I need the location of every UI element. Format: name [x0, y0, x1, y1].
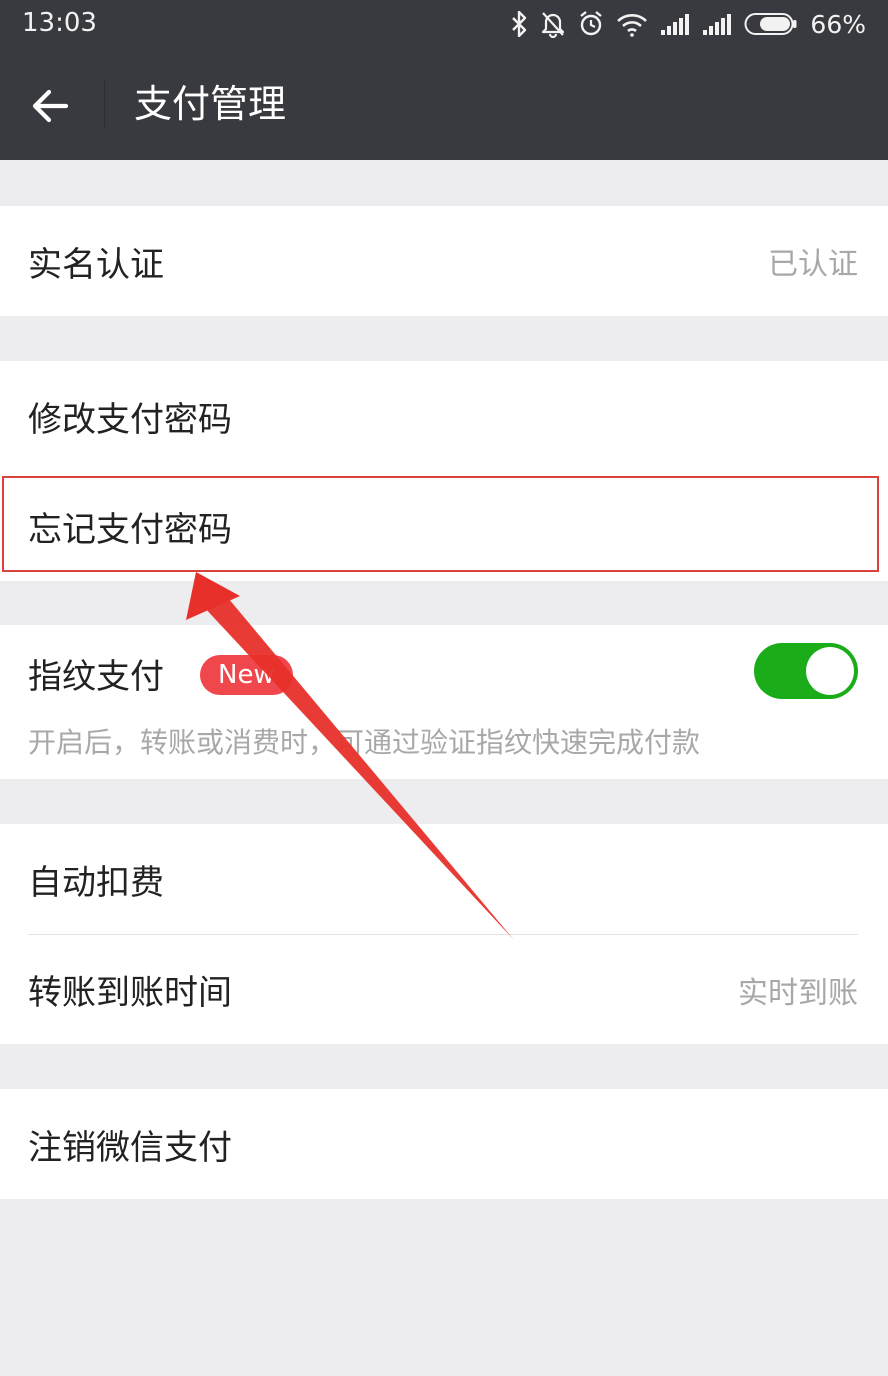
toggle-knob	[806, 647, 854, 695]
back-arrow-icon	[32, 89, 69, 123]
fingerprint-description: 开启后，转账或消费时，可通过验证指纹快速完成付款	[28, 726, 701, 759]
arrival-time-value: 实时到账	[738, 975, 858, 1011]
wifi-icon	[617, 14, 648, 37]
real-name-group: 实名认证 已认证	[0, 206, 888, 316]
navigation-bar: 支付管理	[0, 48, 888, 160]
fingerprint-row: 指纹支付 New 开启后，转账或消费时，可通过验证指纹快速完成付款	[0, 625, 888, 779]
signal-icon	[661, 14, 690, 35]
change-password-row[interactable]: 修改支付密码	[0, 361, 888, 471]
cancel-group: 注销微信支付	[0, 1089, 888, 1199]
real-name-status: 已认证	[768, 247, 858, 282]
new-badge: New	[200, 655, 293, 695]
nav-divider	[104, 80, 105, 128]
fingerprint-label: 指纹支付	[28, 657, 164, 697]
auto-deduct-label: 自动扣费	[28, 862, 164, 903]
password-group: 修改支付密码 忘记支付密码	[0, 361, 888, 581]
bluetooth-icon	[512, 11, 527, 37]
arrival-time-row[interactable]: 转账到账时间 实时到账	[0, 935, 888, 1044]
battery-percent: 66%	[810, 9, 866, 39]
signal-icon	[703, 14, 732, 35]
fingerprint-toggle[interactable]	[754, 643, 858, 699]
change-password-label: 修改支付密码	[28, 399, 232, 440]
forgot-password-label: 忘记支付密码	[28, 509, 232, 550]
back-button[interactable]	[18, 76, 82, 136]
status-bar: 13:03 66%	[0, 0, 888, 48]
status-icons: 66%	[510, 6, 866, 42]
forgot-password-row[interactable]: 忘记支付密码	[0, 471, 888, 581]
battery-icon	[744, 13, 797, 35]
page-title: 支付管理	[134, 82, 287, 126]
cancel-wechat-pay-label: 注销微信支付	[28, 1127, 232, 1168]
mute-icon	[542, 12, 565, 38]
cancel-wechat-pay-row[interactable]: 注销微信支付	[0, 1089, 888, 1199]
real-name-label: 实名认证	[28, 244, 164, 285]
transfer-group: 自动扣费 转账到账时间 实时到账	[0, 824, 888, 1044]
arrival-time-label: 转账到账时间	[28, 973, 232, 1013]
auto-deduct-row[interactable]: 自动扣费	[0, 824, 888, 934]
fingerprint-group: 指纹支付 New 开启后，转账或消费时，可通过验证指纹快速完成付款	[0, 625, 888, 779]
alarm-icon	[580, 11, 603, 36]
real-name-row[interactable]: 实名认证 已认证	[0, 206, 888, 316]
status-time: 13:03	[22, 8, 97, 38]
